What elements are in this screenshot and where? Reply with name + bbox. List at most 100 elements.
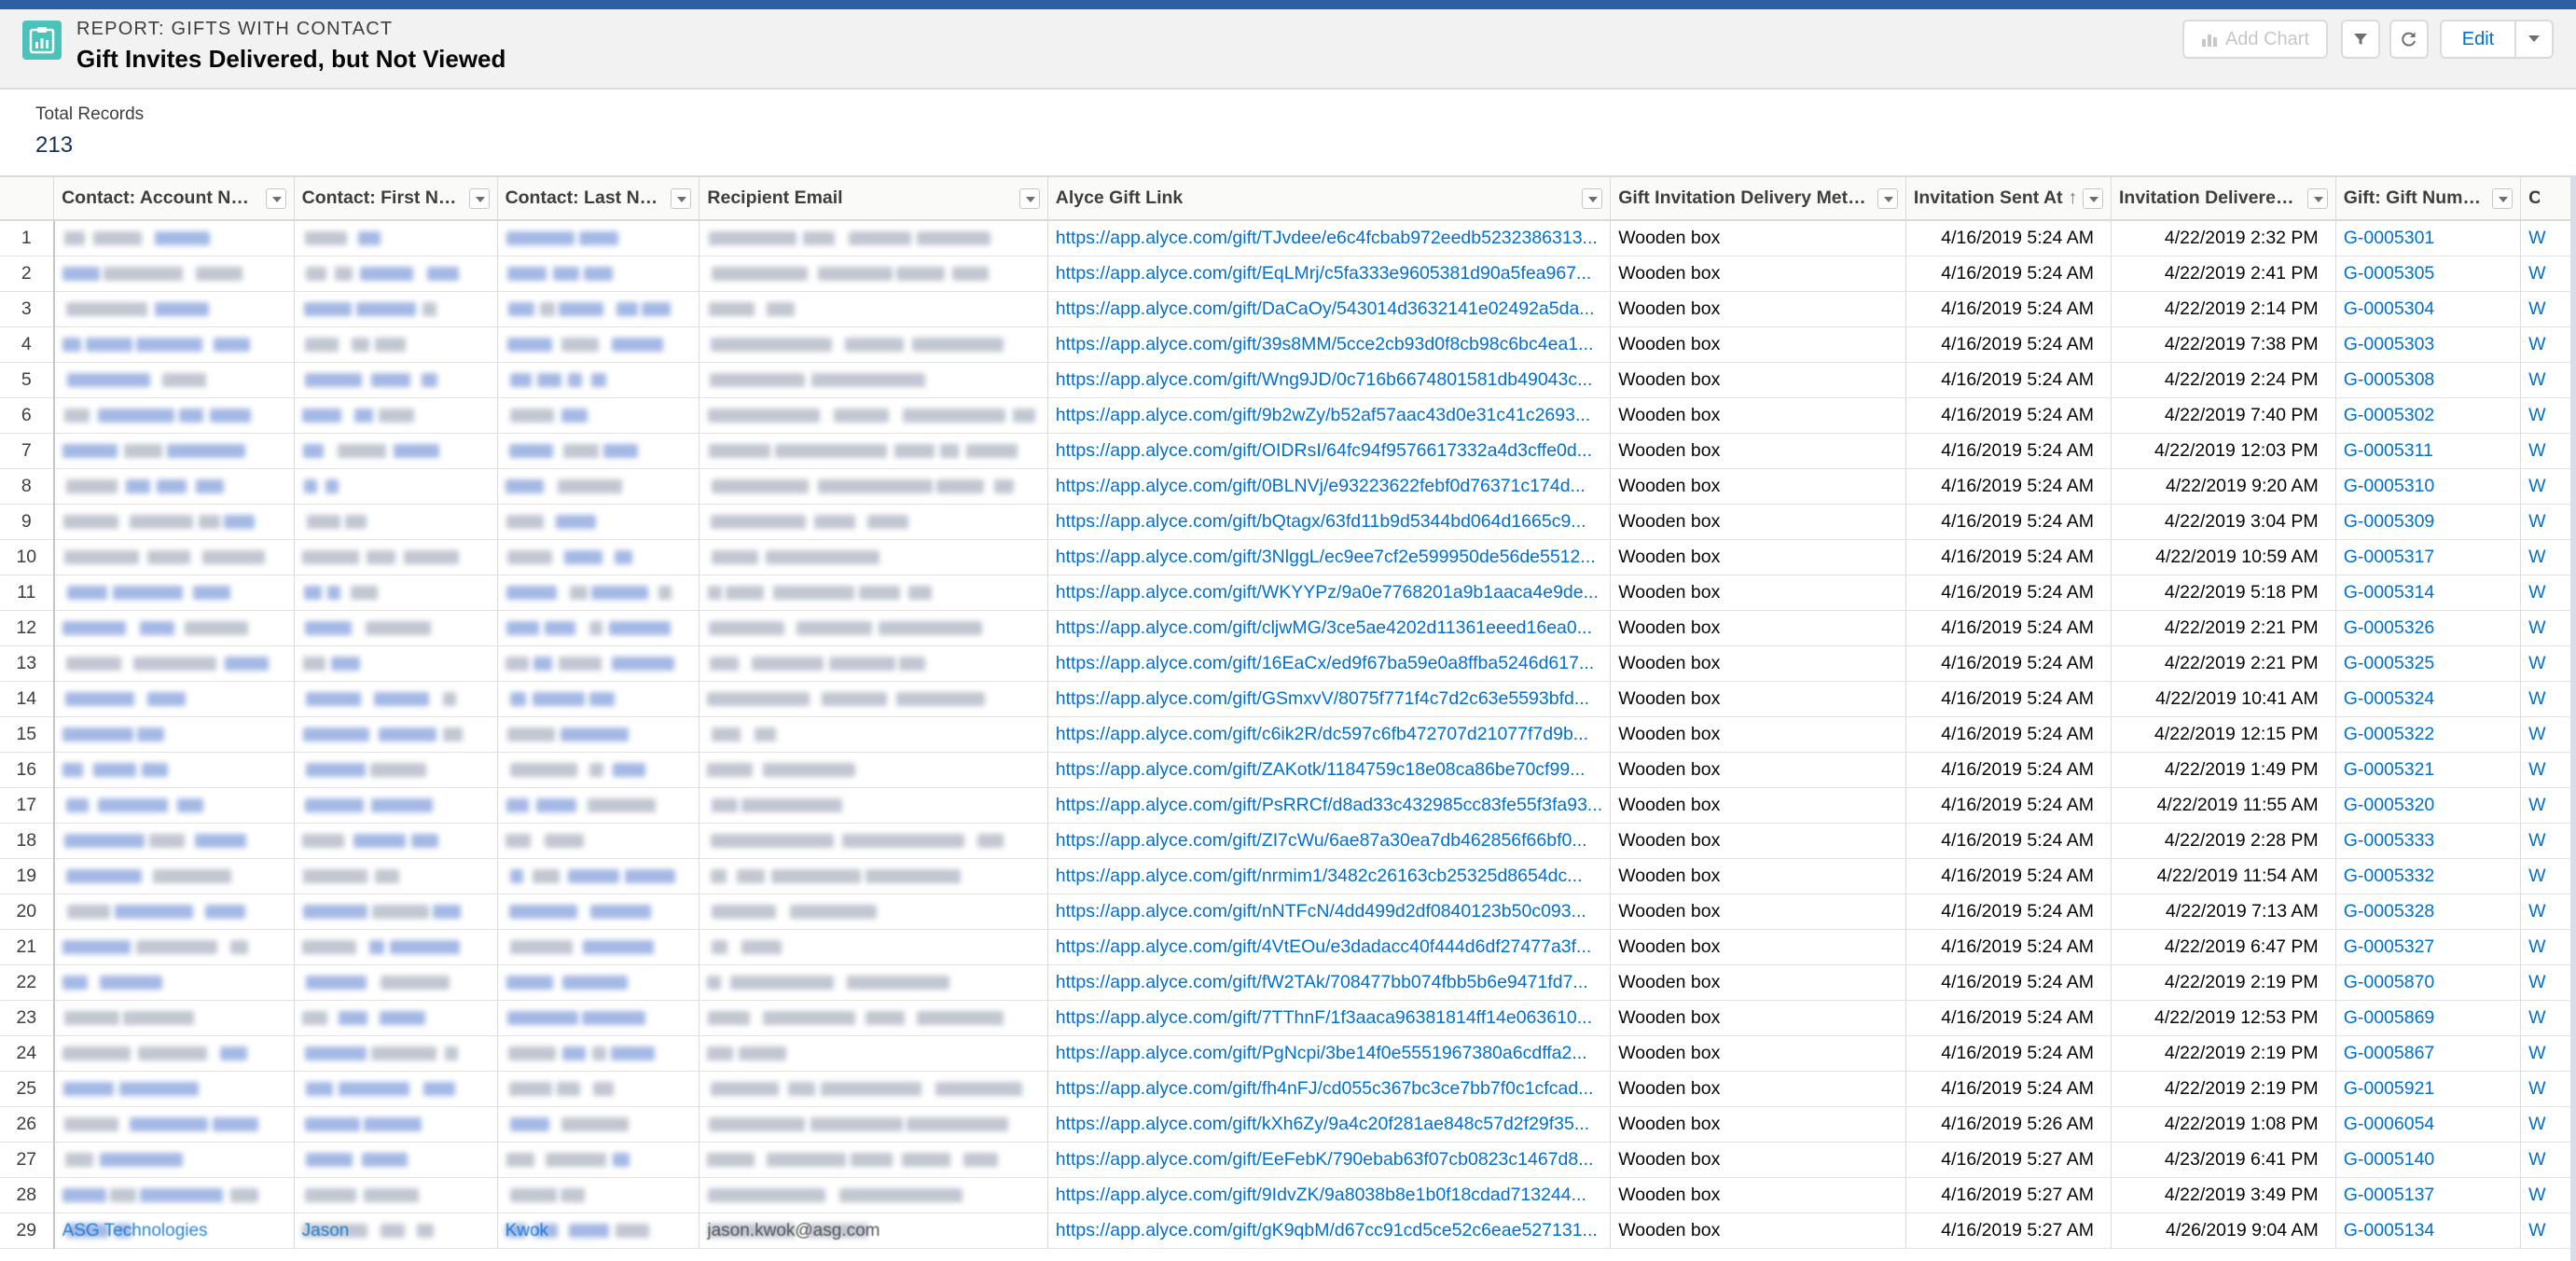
column-header[interactable]: Recipient Email	[699, 177, 1048, 221]
truncated-column-cell[interactable]: W	[2520, 787, 2576, 824]
gift-link[interactable]: https://app.alyce.com/gift/4VtEOu/e3dada…	[1047, 929, 1612, 965]
column-menu-icon[interactable]	[2306, 188, 2328, 209]
gift-number-link[interactable]: G-0005326	[2335, 610, 2522, 646]
gift-number-link[interactable]: G-0005305	[2335, 256, 2522, 292]
gift-number-link[interactable]: G-0005304	[2335, 291, 2522, 327]
truncated-column-cell[interactable]: W	[2520, 433, 2576, 469]
truncated-column-cell[interactable]: W	[2520, 681, 2576, 717]
gift-link[interactable]: https://app.alyce.com/gift/ZAKotk/118475…	[1047, 752, 1612, 788]
column-header[interactable]: Contact: Last Name	[497, 177, 700, 221]
gift-number-link[interactable]: G-0005320	[2335, 787, 2522, 824]
gift-link[interactable]: https://app.alyce.com/gift/gK9qbM/d67cc9…	[1047, 1212, 1612, 1249]
truncated-column-cell[interactable]: W	[2520, 858, 2576, 894]
gift-link[interactable]: https://app.alyce.com/gift/TJvdee/e6c4fc…	[1047, 220, 1612, 256]
column-header[interactable]: Invitation Sent At ↑	[1905, 177, 2112, 221]
truncated-column-cell[interactable]: W	[2520, 1035, 2576, 1072]
truncated-column-cell[interactable]: W	[2520, 645, 2576, 682]
gift-link[interactable]: https://app.alyce.com/gift/fh4nFJ/cd055c…	[1047, 1071, 1612, 1107]
gift-link[interactable]: https://app.alyce.com/gift/c6ik2R/dc597c…	[1047, 716, 1612, 753]
truncated-column-cell[interactable]: W	[2520, 468, 2576, 505]
truncated-column-cell[interactable]: W	[2520, 1106, 2576, 1143]
gift-number-link[interactable]: G-0005309	[2335, 504, 2522, 540]
gift-number-link[interactable]: G-0005302	[2335, 397, 2522, 434]
gift-link[interactable]: https://app.alyce.com/gift/3NlggL/ec9ee7…	[1047, 539, 1612, 575]
truncated-column-cell[interactable]: W	[2520, 752, 2576, 788]
truncated-column-cell[interactable]: W	[2520, 1000, 2576, 1036]
gift-number-link[interactable]: G-0005303	[2335, 326, 2522, 363]
gift-number-link[interactable]: G-0005321	[2335, 752, 2522, 788]
truncated-column-cell[interactable]: W	[2520, 504, 2576, 540]
refresh-button[interactable]	[2389, 20, 2429, 59]
gift-link[interactable]: https://app.alyce.com/gift/nrmim1/3482c2…	[1047, 858, 1612, 894]
truncated-column-cell[interactable]: W	[2520, 575, 2576, 611]
column-header[interactable]: Gift Invitation Delivery Method	[1610, 177, 1906, 221]
gift-number-link[interactable]: G-0005869	[2335, 1000, 2522, 1036]
gift-number-link[interactable]: G-0005317	[2335, 539, 2522, 575]
truncated-column-cell[interactable]: W	[2520, 326, 2576, 363]
truncated-column-cell[interactable]: W	[2520, 1177, 2576, 1213]
gift-number-link[interactable]: G-0005311	[2335, 433, 2522, 469]
column-menu-icon[interactable]	[1877, 188, 1898, 209]
gift-number-link[interactable]: G-0005140	[2335, 1142, 2522, 1178]
gift-link[interactable]: https://app.alyce.com/gift/OIDRsI/64fc94…	[1047, 433, 1612, 469]
gift-link[interactable]: https://app.alyce.com/gift/nNTFcN/4dd499…	[1047, 894, 1612, 930]
truncated-column-cell[interactable]: W	[2520, 539, 2576, 575]
gift-number-link[interactable]: G-0005328	[2335, 894, 2522, 930]
gift-link[interactable]: https://app.alyce.com/gift/DaCaOy/543014…	[1047, 291, 1612, 327]
gift-number-link[interactable]: G-0005325	[2335, 645, 2522, 682]
gift-link[interactable]: https://app.alyce.com/gift/16EaCx/ed9f67…	[1047, 645, 1612, 682]
gift-number-link[interactable]: G-0006054	[2335, 1106, 2522, 1143]
truncated-column-cell[interactable]: W	[2520, 362, 2576, 398]
edit-button[interactable]: Edit	[2440, 20, 2516, 59]
gift-number-link[interactable]: G-0005867	[2335, 1035, 2522, 1072]
column-menu-icon[interactable]	[1018, 188, 1040, 209]
gift-link[interactable]: https://app.alyce.com/gift/GSmxvV/8075f7…	[1047, 681, 1612, 717]
sort-ascending-icon[interactable]: ↑	[2069, 187, 2078, 208]
gift-number-link[interactable]: G-0005921	[2335, 1071, 2522, 1107]
column-header[interactable]: Gift: Gift Number	[2335, 177, 2522, 221]
gift-link[interactable]: https://app.alyce.com/gift/fW2TAk/708477…	[1047, 964, 1612, 1001]
gift-number-link[interactable]: G-0005134	[2335, 1212, 2522, 1249]
gift-number-link[interactable]: G-0005322	[2335, 716, 2522, 753]
gift-link[interactable]: https://app.alyce.com/gift/cljwMG/3ce5ae…	[1047, 610, 1612, 646]
gift-number-link[interactable]: G-0005332	[2335, 858, 2522, 894]
column-menu-icon[interactable]	[2492, 188, 2514, 209]
column-header[interactable]: Ca	[2520, 177, 2576, 221]
gift-link[interactable]: https://app.alyce.com/gift/0BLNVj/e93223…	[1047, 468, 1612, 505]
gift-link[interactable]: https://app.alyce.com/gift/PsRRCf/d8ad33…	[1047, 787, 1612, 824]
gift-number-link[interactable]: G-0005314	[2335, 575, 2522, 611]
gift-number-link[interactable]: G-0005870	[2335, 964, 2522, 1001]
gift-link[interactable]: https://app.alyce.com/gift/kXh6Zy/9a4c20…	[1047, 1106, 1612, 1143]
truncated-column-cell[interactable]: W	[2520, 397, 2576, 434]
filter-button[interactable]	[2341, 20, 2380, 59]
gift-number-link[interactable]: G-0005308	[2335, 362, 2522, 398]
gift-link[interactable]: https://app.alyce.com/gift/PgNcpi/3be14f…	[1047, 1035, 1612, 1072]
gift-link[interactable]: https://app.alyce.com/gift/39s8MM/5cce2c…	[1047, 326, 1612, 363]
gift-link[interactable]: https://app.alyce.com/gift/ZI7cWu/6ae87a…	[1047, 823, 1612, 859]
gift-number-link[interactable]: G-0005137	[2335, 1177, 2522, 1213]
truncated-column-cell[interactable]: W	[2520, 610, 2576, 646]
gift-link[interactable]: https://app.alyce.com/gift/EqLMrj/c5fa33…	[1047, 256, 1612, 292]
edit-menu-button[interactable]	[2514, 20, 2554, 59]
column-menu-icon[interactable]	[2082, 188, 2103, 209]
column-menu-icon[interactable]	[265, 188, 286, 209]
truncated-column-cell[interactable]: W	[2520, 823, 2576, 859]
vertical-scrollbar[interactable]	[2570, 175, 2576, 1261]
column-menu-icon[interactable]	[1582, 188, 1603, 209]
gift-number-link[interactable]: G-0005324	[2335, 681, 2522, 717]
gift-link[interactable]: https://app.alyce.com/gift/9b2wZy/b52af5…	[1047, 397, 1612, 434]
column-menu-icon[interactable]	[671, 188, 692, 209]
gift-link[interactable]: https://app.alyce.com/gift/EeFebK/790eba…	[1047, 1142, 1612, 1178]
gift-number-link[interactable]: G-0005327	[2335, 929, 2522, 965]
gift-number-link[interactable]: G-0005333	[2335, 823, 2522, 859]
gift-link[interactable]: https://app.alyce.com/gift/bQtagx/63fd11…	[1047, 504, 1612, 540]
column-header[interactable]: Contact: Account Name	[53, 177, 295, 221]
truncated-column-cell[interactable]: W	[2520, 716, 2576, 753]
column-header[interactable]: Contact: First Name	[294, 177, 498, 221]
column-menu-icon[interactable]	[468, 188, 490, 209]
truncated-column-cell[interactable]: W	[2520, 894, 2576, 930]
truncated-column-cell[interactable]: W	[2520, 1071, 2576, 1107]
truncated-column-cell[interactable]: W	[2520, 929, 2576, 965]
gift-link[interactable]: https://app.alyce.com/gift/Wng9JD/0c716b…	[1047, 362, 1612, 398]
truncated-column-cell[interactable]: W	[2520, 220, 2576, 256]
